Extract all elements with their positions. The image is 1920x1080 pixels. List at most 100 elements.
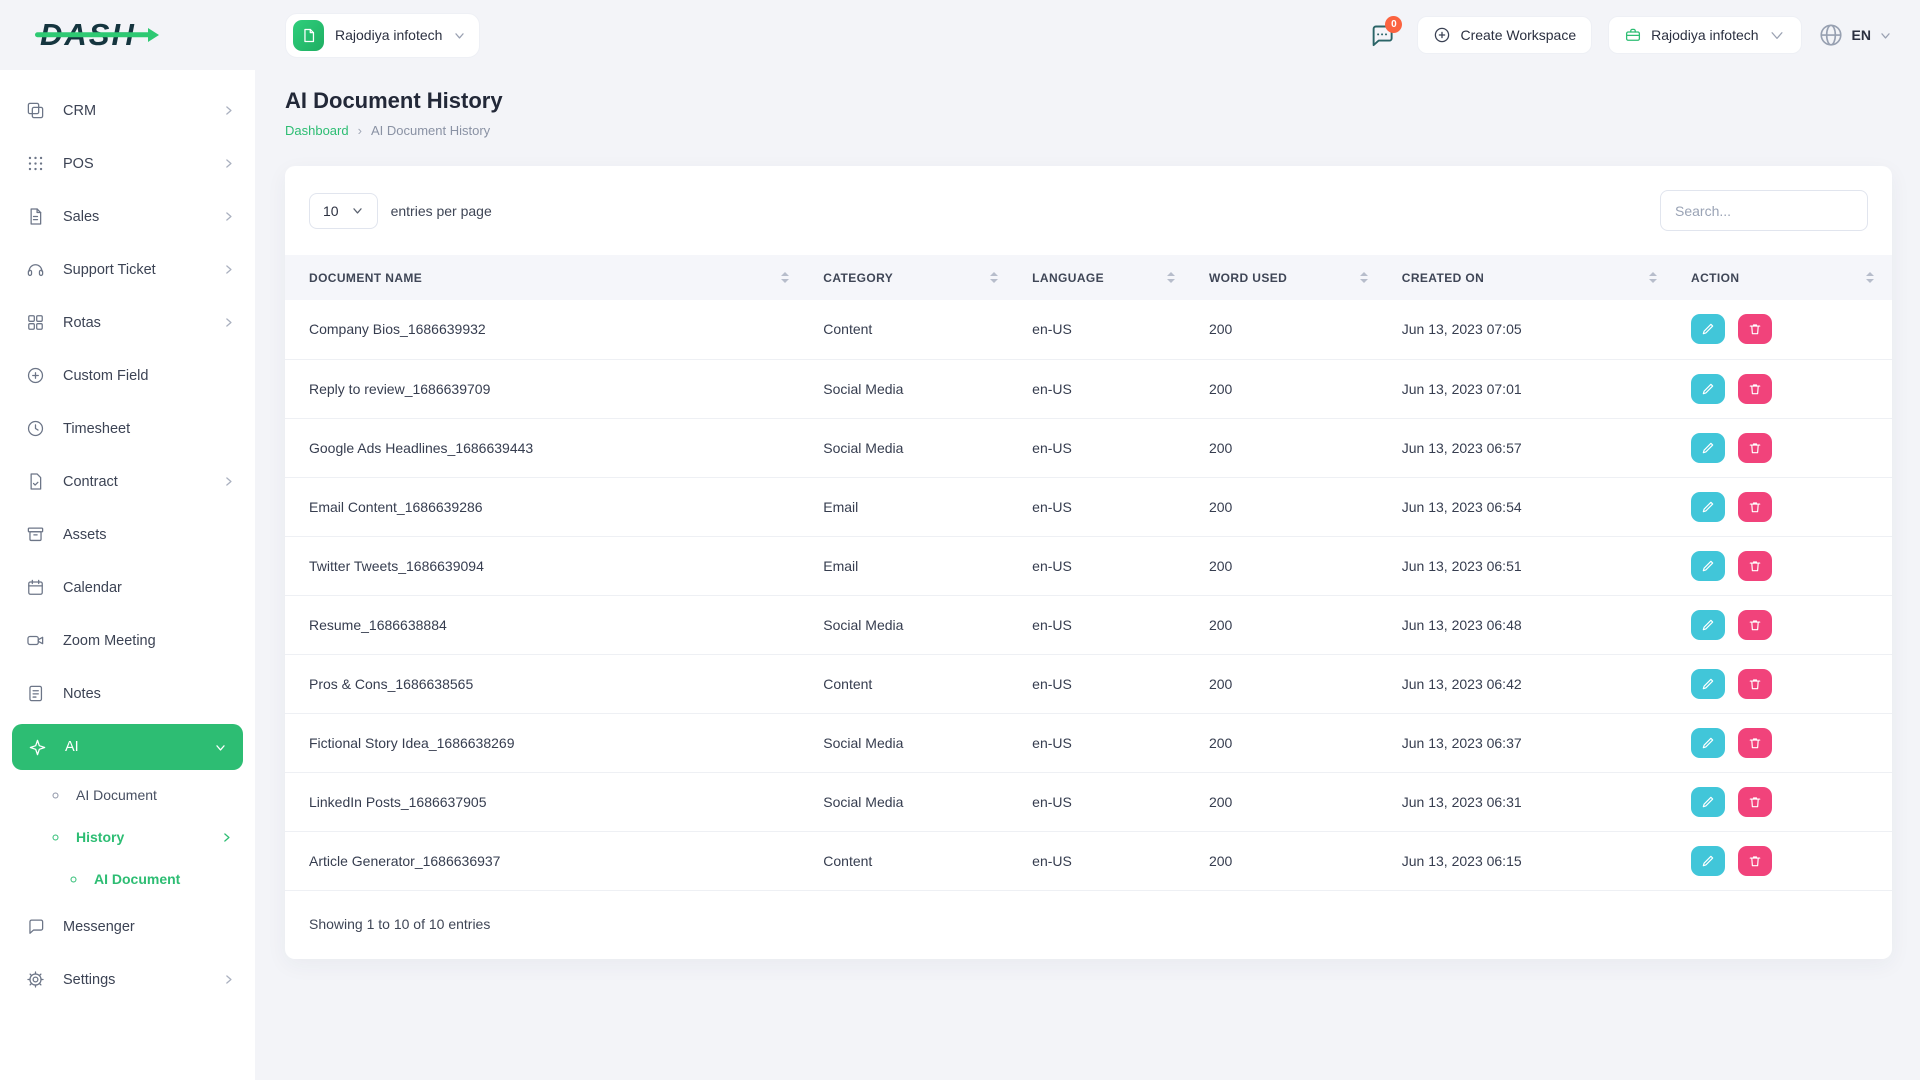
sidebar-item-ai-document[interactable]: AI Document: [0, 774, 255, 816]
sidebar-item-settings[interactable]: Settings: [0, 953, 255, 1006]
delete-button[interactable]: [1737, 786, 1772, 817]
table-header-row: DOCUMENT NAME CATEGORY LANGUAGE WORD USE…: [285, 255, 1892, 300]
create-workspace-button[interactable]: Create Workspace: [1417, 16, 1593, 54]
edit-button[interactable]: [1691, 727, 1726, 758]
col-action[interactable]: ACTION: [1675, 255, 1892, 300]
sort-icon: [1649, 272, 1658, 283]
table-row: Resume_1686638884 Social Media en-US 200…: [285, 594, 1892, 654]
edit-button[interactable]: [1691, 845, 1726, 876]
edit-button[interactable]: [1691, 432, 1726, 463]
cell-category: Social Media: [807, 358, 1017, 418]
delete-button[interactable]: [1737, 727, 1772, 758]
cell-word-used: 200: [1192, 358, 1386, 418]
edit-button[interactable]: [1691, 668, 1726, 699]
sort-icon: [990, 272, 999, 283]
cell-action: [1675, 712, 1892, 772]
delete-button[interactable]: [1737, 609, 1772, 640]
cell-created-on: Jun 13, 2023 06:48: [1385, 594, 1676, 654]
cell-language: en-US: [1016, 830, 1193, 890]
language-selector[interactable]: EN: [1818, 22, 1892, 48]
cell-document-name: LinkedIn Posts_1686637905: [285, 771, 808, 831]
circle-icon: [48, 830, 63, 845]
logo-swoosh: [35, 32, 151, 38]
delete-button[interactable]: [1737, 432, 1772, 463]
sidebar-item-custom-field[interactable]: Custom Field: [0, 349, 255, 402]
delete-button[interactable]: [1737, 314, 1772, 345]
cell-action: [1675, 535, 1892, 595]
col-created-on[interactable]: CREATED ON: [1385, 255, 1676, 300]
col-document-name[interactable]: DOCUMENT NAME: [285, 255, 808, 300]
sidebar-item-calendar[interactable]: Calendar: [0, 561, 255, 614]
col-language[interactable]: LANGUAGE: [1016, 255, 1193, 300]
sidebar-item-notes[interactable]: Notes: [0, 667, 255, 720]
cell-created-on: Jun 13, 2023 06:15: [1385, 830, 1676, 890]
search-input[interactable]: [1660, 190, 1868, 231]
sidebar-item-support-ticket[interactable]: Support Ticket: [0, 243, 255, 296]
company-menu-button[interactable]: Rajodiya infotech: [1608, 16, 1802, 54]
cell-created-on: Jun 13, 2023 06:51: [1385, 535, 1676, 595]
sidebar-item-ai[interactable]: AI: [12, 724, 243, 770]
breadcrumb-current: AI Document History: [370, 123, 491, 138]
edit-button[interactable]: [1691, 609, 1726, 640]
delete-button[interactable]: [1737, 550, 1772, 581]
table-row: Company Bios_1686639932 Content en-US 20…: [285, 300, 1892, 359]
messages-button[interactable]: 0: [1368, 15, 1403, 49]
sidebar-item-contract[interactable]: Contract: [0, 455, 255, 508]
history-table: DOCUMENT NAME CATEGORY LANGUAGE WORD USE…: [285, 255, 1892, 890]
settings-gear-icon: [26, 970, 46, 989]
chevron-right-icon: [222, 157, 235, 170]
cell-category: Social Media: [807, 712, 1017, 772]
brand-logo[interactable]: DASH: [35, 17, 159, 53]
sidebar-item-messenger[interactable]: Messenger: [0, 900, 255, 953]
sidebar-item-rotas[interactable]: Rotas: [0, 296, 255, 349]
edit-button[interactable]: [1691, 314, 1726, 345]
sidebar: DASH CRM POS Sales Support Ticket Rotas …: [0, 0, 255, 1080]
cell-word-used: 200: [1192, 653, 1386, 713]
cell-language: en-US: [1016, 653, 1193, 713]
cell-language: en-US: [1016, 771, 1193, 831]
page-size-select[interactable]: 10: [309, 192, 378, 229]
sort-icon: [1359, 272, 1368, 283]
cell-category: Social Media: [807, 417, 1017, 477]
cell-word-used: 200: [1192, 417, 1386, 477]
edit-button[interactable]: [1691, 786, 1726, 817]
cell-language: en-US: [1016, 712, 1193, 772]
sidebar-item-history[interactable]: History: [0, 816, 255, 858]
breadcrumb-dashboard-link[interactable]: Dashboard: [285, 123, 349, 138]
col-category[interactable]: CATEGORY: [807, 255, 1017, 300]
delete-button[interactable]: [1737, 491, 1772, 522]
ai-icon: [28, 738, 48, 757]
cell-created-on: Jun 13, 2023 07:05: [1401, 321, 1522, 338]
delete-button[interactable]: [1737, 373, 1772, 404]
col-word-used[interactable]: WORD USED: [1192, 255, 1386, 300]
chevron-right-icon: [222, 210, 235, 223]
support-ticket-icon: [26, 260, 46, 279]
entries-per-page-label: entries per page: [390, 202, 492, 219]
chevron-down-icon: [351, 204, 364, 217]
cell-language: en-US: [1032, 321, 1072, 338]
edit-button[interactable]: [1691, 373, 1726, 404]
sidebar-item-history-ai-document[interactable]: AI Document: [0, 858, 255, 900]
table-row: Email Content_1686639286 Email en-US 200…: [285, 476, 1892, 536]
sidebar-nav: CRM POS Sales Support Ticket Rotas Custo…: [0, 70, 255, 1006]
cell-word-used: 200: [1192, 594, 1386, 654]
sidebar-item-pos[interactable]: POS: [0, 137, 255, 190]
edit-button[interactable]: [1691, 491, 1726, 522]
edit-button[interactable]: [1691, 550, 1726, 581]
sidebar-item-zoom-meeting[interactable]: Zoom Meeting: [0, 614, 255, 667]
delete-button[interactable]: [1737, 668, 1772, 699]
sidebar-item-assets[interactable]: Assets: [0, 508, 255, 561]
cell-action: [1675, 653, 1892, 713]
entries-summary: Showing 1 to 10 of 10 entries: [285, 890, 1892, 959]
cell-language: en-US: [1016, 535, 1193, 595]
cell-created-on: Jun 13, 2023 06:42: [1385, 653, 1676, 713]
cell-category: Email: [807, 535, 1017, 595]
cell-created-on: Jun 13, 2023 06:37: [1385, 712, 1676, 772]
circle-icon: [66, 872, 81, 887]
delete-button[interactable]: [1737, 845, 1772, 876]
sidebar-item-sales[interactable]: Sales: [0, 190, 255, 243]
cell-action: [1675, 417, 1892, 477]
sidebar-item-crm[interactable]: CRM: [0, 84, 255, 137]
workspace-selector[interactable]: Rajodiya infotech: [285, 12, 481, 58]
sidebar-item-timesheet[interactable]: Timesheet: [0, 402, 255, 455]
